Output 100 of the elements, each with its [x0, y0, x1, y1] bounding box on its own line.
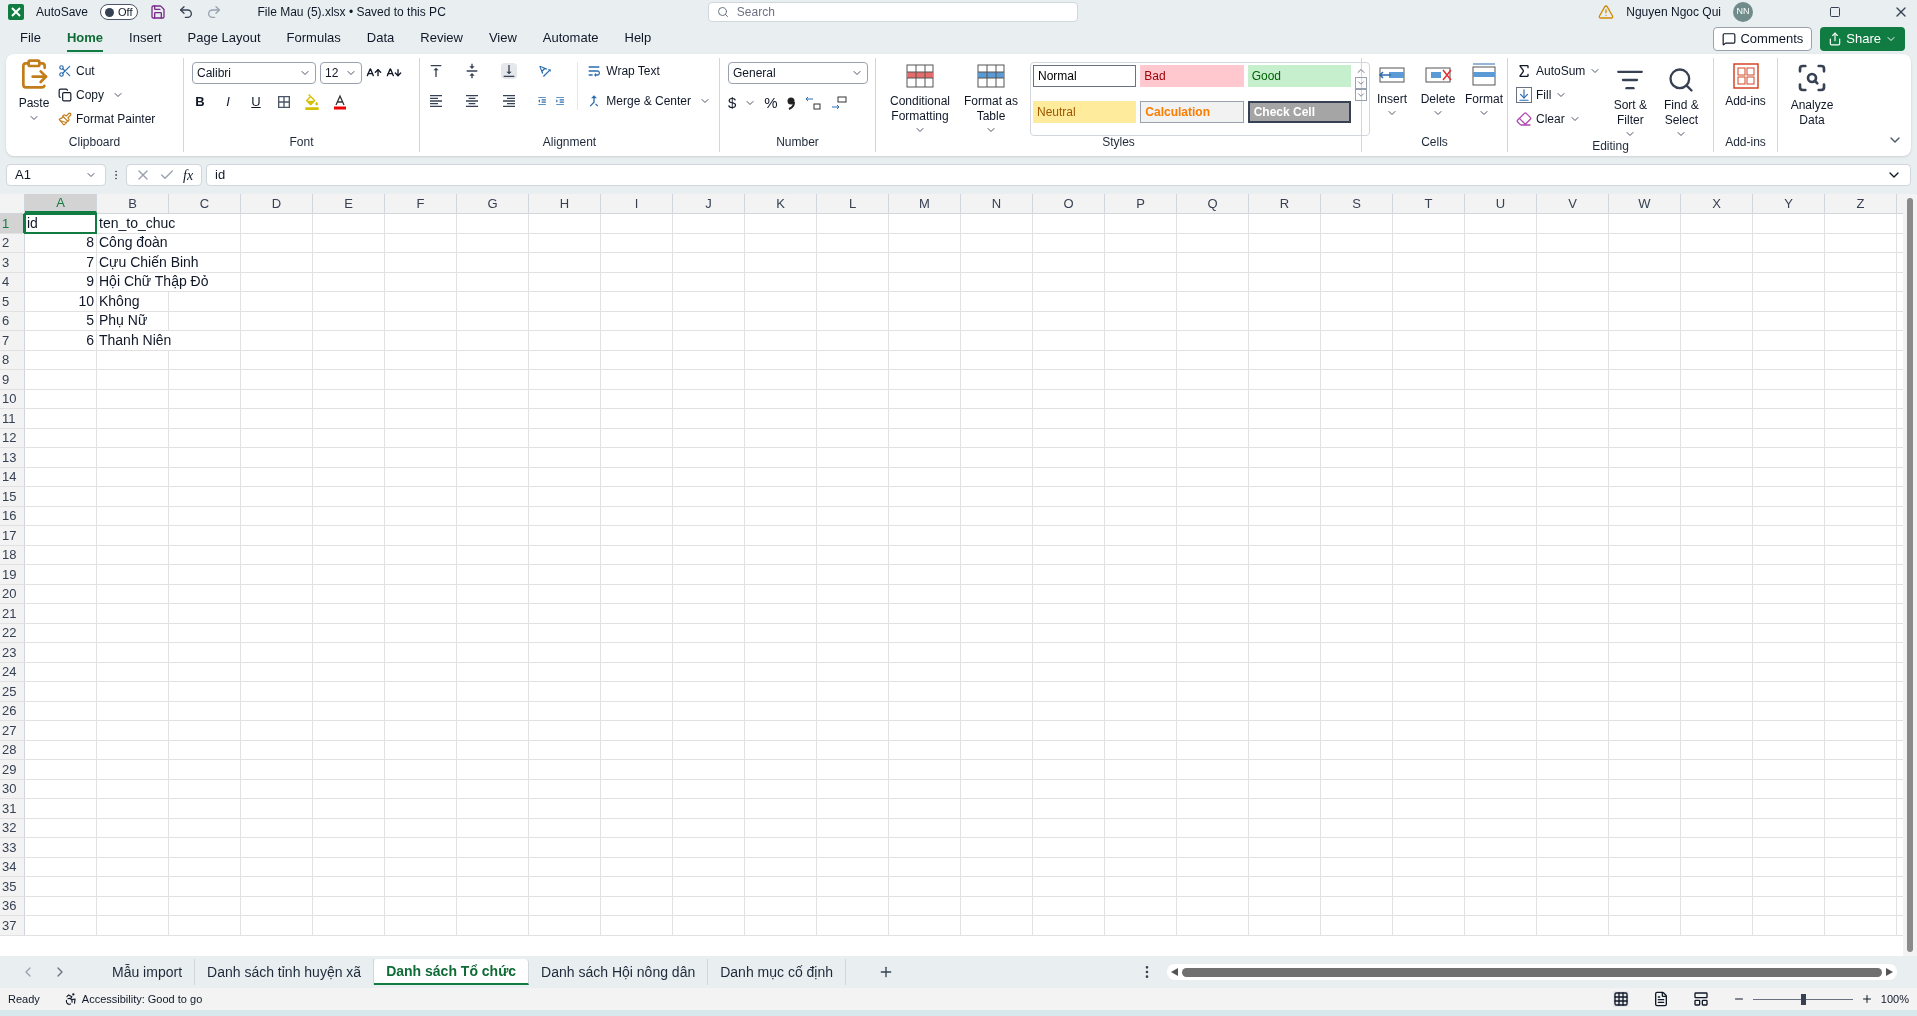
column-header[interactable]: P	[1105, 194, 1177, 213]
number-format-field[interactable]: General	[728, 62, 868, 84]
align-center-icon[interactable]	[464, 93, 481, 109]
vertical-scrollbar[interactable]	[1903, 194, 1917, 956]
menu-tab[interactable]: Help	[624, 26, 652, 52]
name-box[interactable]: A1	[6, 164, 106, 186]
insert-function-button[interactable]: fx	[183, 164, 194, 186]
cell-style[interactable]: Bad	[1140, 65, 1244, 87]
column-header[interactable]: E	[313, 194, 385, 213]
share-button[interactable]: Share	[1820, 27, 1905, 51]
cut-button[interactable]: Cut	[58, 62, 156, 80]
fill-color-icon[interactable]	[304, 93, 320, 110]
undo-icon[interactable]	[177, 4, 194, 20]
decrease-decimal-icon[interactable]	[829, 95, 848, 112]
column-header[interactable]: L	[817, 194, 889, 213]
menu-tab[interactable]: Insert	[129, 26, 162, 52]
insert-button[interactable]: Insert	[1370, 58, 1414, 119]
align-left-icon[interactable]	[428, 93, 444, 109]
row-header[interactable]: 33	[0, 838, 25, 857]
row-header[interactable]: 11	[0, 409, 25, 428]
column-header[interactable]: Y	[1753, 194, 1825, 213]
zoom-in-icon[interactable]	[1860, 993, 1873, 1005]
format-painter-button[interactable]: Format Painter	[58, 110, 156, 128]
column-header[interactable]: J	[673, 194, 745, 213]
more-icon[interactable]	[1355, 89, 1367, 101]
row-header[interactable]: 1	[0, 214, 25, 233]
row-header[interactable]: 27	[0, 721, 25, 740]
row-header[interactable]: 5	[0, 292, 25, 311]
row-header[interactable]: 31	[0, 799, 25, 818]
italic-button[interactable]: I	[220, 92, 236, 112]
menu-tab[interactable]: Formulas	[286, 26, 341, 52]
percent-button[interactable]: %	[764, 92, 778, 115]
cell-style[interactable]: Neutral	[1033, 101, 1137, 123]
underline-button[interactable]: U	[248, 92, 264, 112]
copy-button[interactable]: Copy	[58, 86, 104, 104]
currency-button[interactable]: $	[728, 92, 737, 115]
row-header[interactable]: 25	[0, 682, 25, 701]
font-size-field[interactable]: 12	[320, 62, 362, 84]
fill-button[interactable]: Fill	[1516, 86, 1552, 104]
menu-tab[interactable]: View	[488, 26, 517, 52]
menu-tab[interactable]: Page Layout	[187, 26, 261, 52]
menu-tab[interactable]: Data	[366, 26, 395, 52]
column-header[interactable]: I	[601, 194, 673, 213]
menu-tab[interactable]: Review	[420, 26, 463, 52]
column-header[interactable]: T	[1393, 194, 1465, 213]
column-header[interactable]: Q	[1177, 194, 1249, 213]
row-header[interactable]: 21	[0, 604, 25, 623]
column-header[interactable]: W	[1609, 194, 1681, 213]
analyze-data-button[interactable]: Analyze Data	[1786, 58, 1838, 152]
bold-button[interactable]: B	[192, 92, 208, 112]
column-header[interactable]: C	[169, 194, 241, 213]
row-header[interactable]: 9	[0, 370, 25, 389]
column-header[interactable]: F	[385, 194, 457, 213]
restore-icon[interactable]	[1829, 6, 1841, 18]
align-bottom-icon[interactable]	[500, 63, 517, 79]
column-header[interactable]: M	[889, 194, 961, 213]
menu-tab[interactable]: Home	[66, 26, 104, 52]
scroll-down-icon[interactable]	[1355, 77, 1367, 89]
column-header[interactable]: V	[1537, 194, 1609, 213]
row-header[interactable]: 7	[0, 331, 25, 350]
comma-style-icon[interactable]	[785, 96, 796, 111]
row-header[interactable]: 35	[0, 877, 25, 896]
column-header[interactable]: U	[1465, 194, 1537, 213]
autosum-button[interactable]: AutoSum	[1516, 62, 1586, 80]
column-header[interactable]: G	[457, 194, 529, 213]
search-field[interactable]: Search	[707, 2, 1078, 22]
sheet-tab[interactable]: Danh mục cố định	[708, 959, 847, 985]
row-header[interactable]: 3	[0, 253, 25, 272]
scroll-left-icon[interactable]	[1171, 968, 1178, 976]
borders-icon[interactable]	[276, 93, 292, 110]
column-header[interactable]: O	[1033, 194, 1105, 213]
zoom-slider[interactable]	[1752, 993, 1853, 1005]
delete-button[interactable]: Delete	[1414, 58, 1462, 119]
row-header[interactable]: 37	[0, 916, 25, 935]
format-button[interactable]: Format	[1462, 58, 1506, 119]
scroll-right-icon[interactable]	[1886, 968, 1893, 976]
column-header[interactable]: R	[1249, 194, 1321, 213]
save-icon[interactable]	[149, 4, 166, 20]
comments-button[interactable]: Comments	[1713, 27, 1813, 51]
column-header[interactable]: K	[745, 194, 817, 213]
clear-button[interactable]: Clear	[1516, 110, 1565, 128]
cell-style[interactable]: Good	[1247, 65, 1351, 87]
page-layout-icon[interactable]	[1652, 991, 1669, 1007]
row-header[interactable]: 17	[0, 526, 25, 545]
column-header[interactable]: D	[241, 194, 313, 213]
row-header[interactable]: 13	[0, 448, 25, 467]
format-as-table-button[interactable]: Format as Table	[960, 58, 1022, 136]
find-select-button[interactable]: Find & Select	[1659, 62, 1704, 140]
menu-tab[interactable]: Automate	[542, 26, 599, 52]
row-header[interactable]: 29	[0, 760, 25, 779]
wrap-text-button[interactable]: Wrap Text	[586, 62, 711, 80]
align-right-icon[interactable]	[500, 93, 517, 109]
add-ins-button[interactable]: Add-ins	[1722, 58, 1769, 109]
column-header[interactable]: X	[1681, 194, 1753, 213]
menu-tab[interactable]: File	[20, 26, 41, 52]
sheet-tab[interactable]: Danh sách Hội nông dân	[529, 959, 709, 985]
column-header[interactable]: Z	[1825, 194, 1897, 213]
column-header[interactable]: S	[1321, 194, 1393, 213]
merge-center-button[interactable]: Merge & Center	[586, 92, 691, 110]
paste-button[interactable]: Paste	[14, 58, 54, 128]
